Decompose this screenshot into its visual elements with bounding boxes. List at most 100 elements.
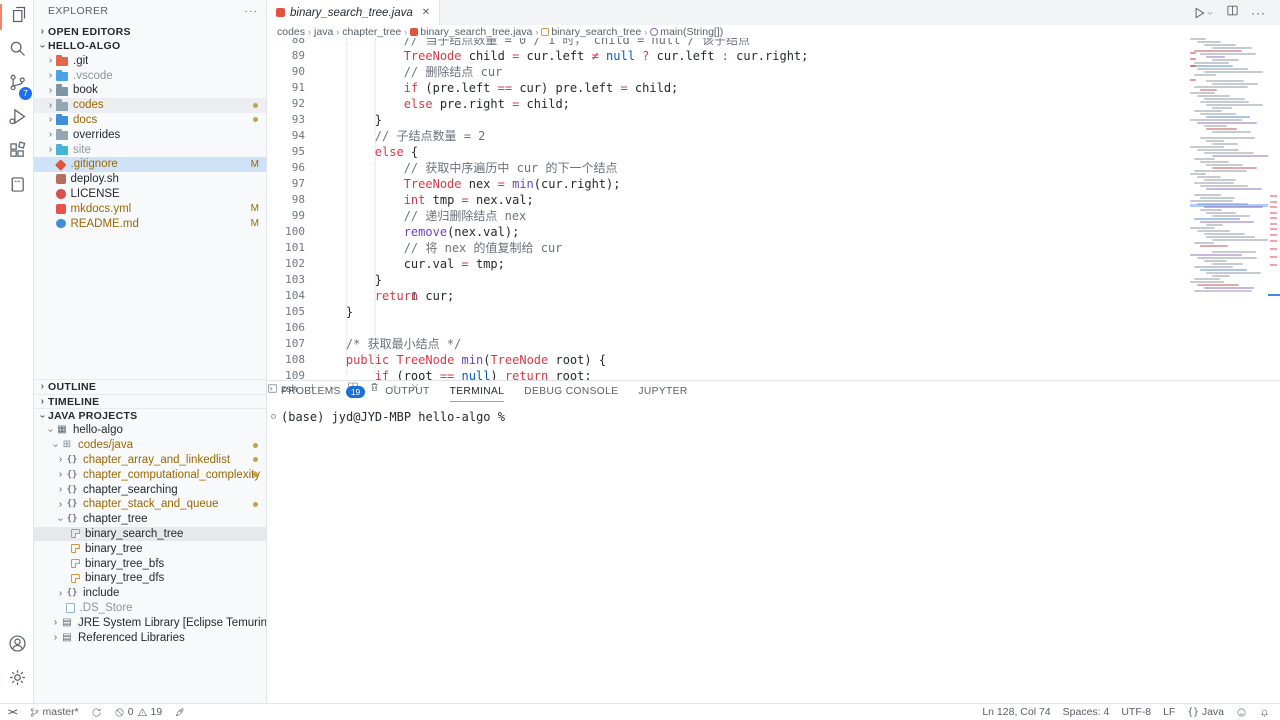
- sync-button[interactable]: [91, 707, 102, 718]
- activity-run-debug[interactable]: [0, 102, 34, 136]
- code-line-98[interactable]: 98 int tmp = nex.val;: [267, 192, 1280, 208]
- encoding[interactable]: UTF-8: [1121, 706, 1151, 718]
- breadcrumb-item[interactable]: java: [314, 26, 333, 38]
- cursor-position[interactable]: Ln 128, Col 74: [982, 706, 1050, 718]
- tree-item-ds-store[interactable]: .DS_Store: [34, 601, 266, 616]
- panel-tab-debug-console[interactable]: DEBUG CONSOLE: [524, 381, 618, 402]
- activity-search[interactable]: [0, 34, 34, 68]
- section-open-editors[interactable]: › OPEN EDITORS: [34, 24, 266, 39]
- code-line-101[interactable]: 101 // 将 nex 的值复制给 cur: [267, 240, 1280, 256]
- tree-item-jre-system-library-eclipse-temurin-17-17[interactable]: ›▤JRE System Library [Eclipse Temurin 17…: [34, 615, 266, 630]
- code-line-96[interactable]: 96 // 获取中序遍历中 cur 的下一个结点: [267, 160, 1280, 176]
- code-line-102[interactable]: 102 cur.val = tmp;: [267, 256, 1280, 272]
- code-line-103[interactable]: 103 }: [267, 272, 1280, 288]
- terminal-prompt[interactable]: (base) jyd@JYD-MBP hello-algo %: [281, 410, 505, 424]
- tree-item-chapter-tree[interactable]: ›{}chapter_tree: [34, 512, 266, 527]
- panel-tab-terminal[interactable]: TERMINAL: [450, 381, 505, 402]
- language-mode[interactable]: {} Java: [1187, 706, 1224, 718]
- tree-item-deploy-sh[interactable]: deploy.sh: [34, 172, 266, 187]
- remote-indicator[interactable]: ><: [8, 707, 17, 717]
- tree-item-chapter-stack-and-queue[interactable]: ›{}chapter_stack_and_queue: [34, 497, 266, 512]
- code-line-108[interactable]: 108 public TreeNode min(TreeNode root) {: [267, 352, 1280, 368]
- run-button[interactable]: [1192, 6, 1214, 20]
- breadcrumb-item[interactable]: codes: [277, 26, 305, 38]
- code-line-88[interactable]: 88 // 当子结点数量 = 0 / 1 时， child = null / 该…: [267, 38, 1280, 48]
- tree-item-readme-md[interactable]: README.mdM: [34, 216, 266, 231]
- tree-item-mkdocs-yml[interactable]: mkdocs.ymlM: [34, 201, 266, 216]
- tree-item-gitignore[interactable]: .gitignoreM: [34, 157, 266, 172]
- tree-item-chapter-searching[interactable]: ›{}chapter_searching: [34, 482, 266, 497]
- java-feedback[interactable]: [1236, 707, 1247, 718]
- code-area[interactable]: I 88 // 当子结点数量 = 0 / 1 时， child = null /…: [267, 38, 1280, 380]
- notifications-button[interactable]: [1259, 707, 1270, 718]
- account-button[interactable]: [0, 629, 34, 663]
- tree-item-git[interactable]: ›.git: [34, 53, 266, 68]
- code-line-91[interactable]: 91 if (pre.left == cur) pre.left = child…: [267, 80, 1280, 96]
- java-status-rocket[interactable]: [174, 707, 185, 718]
- breadcrumb-item[interactable]: binary_search_tree: [541, 26, 641, 38]
- vscode-window: 7 EXPLORER ··· › OPEN EDITORS: [0, 0, 1280, 720]
- activity-notebook[interactable]: [0, 170, 34, 204]
- code-line-105[interactable]: 105 }: [267, 304, 1280, 320]
- tree-item-site[interactable]: ›site: [34, 142, 266, 157]
- warning-mark: [1270, 223, 1277, 225]
- code-line-107[interactable]: 107 /* 获取最小结点 */: [267, 336, 1280, 352]
- split-editor-icon[interactable]: [1226, 4, 1239, 22]
- section-timeline[interactable]: › TIMELINE: [34, 394, 266, 409]
- tree-item-binary-search-tree[interactable]: binary_search_tree: [34, 527, 266, 542]
- tree-item-overrides[interactable]: ›overrides: [34, 127, 266, 142]
- git-branch-item[interactable]: master*: [29, 706, 79, 718]
- section-outline[interactable]: › OUTLINE: [34, 379, 266, 394]
- minimap[interactable]: [1190, 38, 1268, 298]
- code-line-99[interactable]: 99 // 递归删除结点 nex: [267, 208, 1280, 224]
- code-line-95[interactable]: 95 else {: [267, 144, 1280, 160]
- tree-item-license[interactable]: LICENSE: [34, 187, 266, 202]
- tree-item-hello-algo[interactable]: ›▦hello-algo: [34, 423, 266, 438]
- panel-tab-jupyter[interactable]: JUPYTER: [638, 381, 687, 402]
- code-line-97[interactable]: 97 TreeNode nex = min(cur.right);: [267, 176, 1280, 192]
- code-line-94[interactable]: 94 // 子结点数量 = 2: [267, 128, 1280, 144]
- tree-item-codes[interactable]: ›codes: [34, 98, 266, 113]
- panel-tab-output[interactable]: OUTPUT: [385, 381, 429, 402]
- close-icon[interactable]: ✕: [422, 7, 430, 18]
- tree-item-docs[interactable]: ›docs: [34, 113, 266, 128]
- code-line-93[interactable]: 93 }: [267, 112, 1280, 128]
- settings-button[interactable]: [0, 663, 34, 697]
- code-line-104[interactable]: 104 return cur;: [267, 288, 1280, 304]
- activity-explorer[interactable]: [0, 0, 34, 34]
- section-java-projects[interactable]: › JAVA PROJECTS: [34, 408, 266, 423]
- tree-item-binary-tree[interactable]: binary_tree: [34, 541, 266, 556]
- tree-item-codes-java[interactable]: ›⊞codes/java: [34, 438, 266, 453]
- activity-extensions[interactable]: [0, 136, 34, 170]
- more-actions-icon[interactable]: ···: [1251, 6, 1266, 20]
- tree-item-referenced-libraries[interactable]: ›▤Referenced Libraries: [34, 630, 266, 645]
- code-line-90[interactable]: 90 // 删除结点 cur: [267, 64, 1280, 80]
- explorer-more-actions[interactable]: ···: [245, 5, 259, 17]
- tree-item-include[interactable]: ›{}include: [34, 586, 266, 601]
- panel-tab-problems[interactable]: PROBLEMS19: [281, 381, 365, 402]
- tab-binary-search-tree[interactable]: binary_search_tree.java ✕: [267, 0, 440, 25]
- overview-ruler[interactable]: [1268, 38, 1280, 380]
- indentation[interactable]: Spaces: 4: [1063, 706, 1110, 718]
- bell-icon: [1259, 707, 1270, 718]
- tree-item-binary-tree-dfs[interactable]: binary_tree_dfs: [34, 571, 266, 586]
- breadcrumb-item[interactable]: main(String[]): [650, 26, 723, 38]
- code-line-92[interactable]: 92 else pre.right = child;: [267, 96, 1280, 112]
- problems-summary[interactable]: 0 19: [114, 706, 163, 718]
- tree-item-chapter-array-and-linkedlist[interactable]: ›{}chapter_array_and_linkedlist: [34, 453, 266, 468]
- code-line-106[interactable]: 106: [267, 320, 1280, 336]
- tree-item-chapter-computational-complexity[interactable]: ›{}chapter_computational_complexity: [34, 467, 266, 482]
- tree-item-binary-tree-bfs[interactable]: binary_tree_bfs: [34, 556, 266, 571]
- chevron-right-icon: ›: [55, 588, 66, 599]
- code-line-89[interactable]: 89 TreeNode child = cur.left ≠ null ? cu…: [267, 48, 1280, 64]
- code-line-100[interactable]: 100 remove(nex.val);: [267, 224, 1280, 240]
- breadcrumb-item[interactable]: chapter_tree: [342, 26, 401, 38]
- breadcrumb-item[interactable]: binary_search_tree.java: [410, 26, 532, 38]
- eol[interactable]: LF: [1163, 706, 1175, 718]
- warning-mark: [1270, 228, 1277, 230]
- section-workspace[interactable]: › HELLO-ALGO: [34, 39, 266, 54]
- tree-item-book[interactable]: ›book: [34, 83, 266, 98]
- activity-source-control[interactable]: 7: [0, 68, 34, 102]
- tree-item-vscode[interactable]: ›.vscode: [34, 68, 266, 83]
- code-line-109[interactable]: 109 if (root == null) return root;: [267, 368, 1280, 380]
